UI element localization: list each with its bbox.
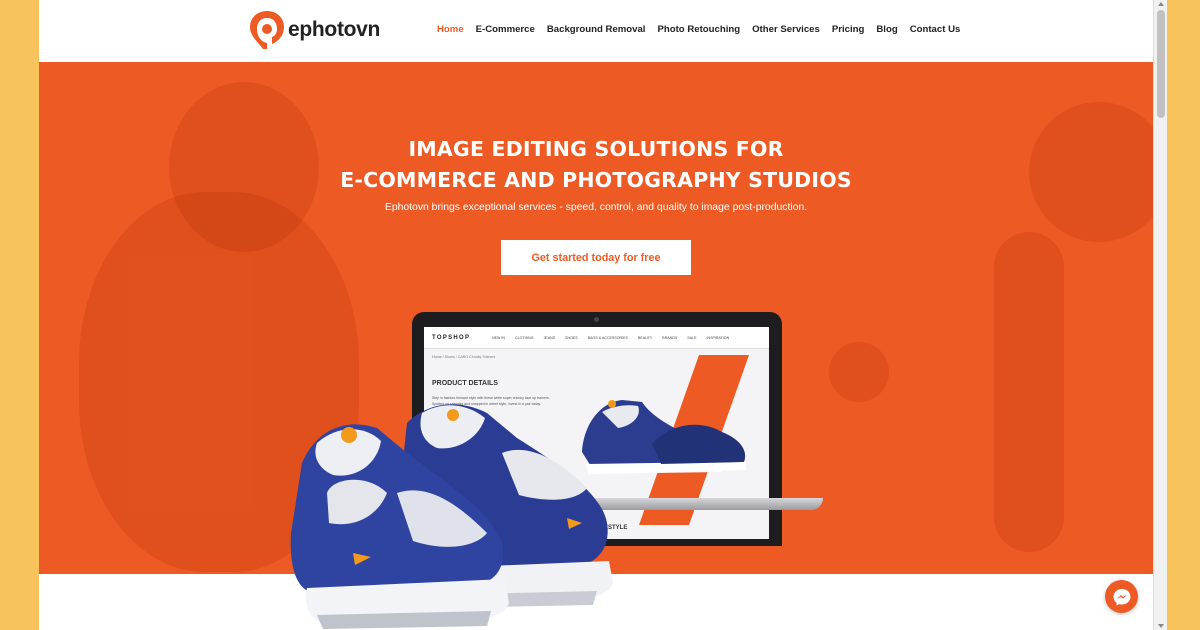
site-logo[interactable]: ephotovn xyxy=(248,9,380,51)
mockup-nav-item: INSPIRATION xyxy=(706,336,730,340)
sneakers-product-image xyxy=(290,404,613,629)
mockup-nav: NEW IN CLOTHING JEANS SHOES BAGS & ACCES… xyxy=(492,336,729,340)
nav-other-services[interactable]: Other Services xyxy=(752,24,820,35)
mockup-nav-item: BAGS & ACCESSORIES xyxy=(587,336,628,340)
mockup-nav-item: SHOES xyxy=(565,336,578,340)
hero-title-line2: E-COMMERCE AND PHOTOGRAPHY STUDIOS xyxy=(340,168,852,192)
messenger-icon xyxy=(1113,588,1130,605)
site-header: ephotovn Home E-Commerce Background Remo… xyxy=(39,0,1153,62)
mockup-nav-item: CLOTHING xyxy=(514,336,534,340)
mockup-nav-item: JEANS xyxy=(543,336,556,340)
scroll-down-icon[interactable] xyxy=(1158,624,1164,628)
laptop-camera xyxy=(594,317,599,322)
mockup-nav-item: NEW IN xyxy=(492,336,505,340)
mockup-brand: TOPSHOP xyxy=(432,335,471,341)
nav-e-commerce[interactable]: E-Commerce xyxy=(476,24,535,35)
nav-blog[interactable]: Blog xyxy=(876,24,897,35)
scrollbar-thumb[interactable] xyxy=(1157,10,1165,118)
browser-viewport: ephotovn Home E-Commerce Background Remo… xyxy=(39,0,1153,630)
nav-home[interactable]: Home xyxy=(437,24,464,35)
nav-background-removal[interactable]: Background Removal xyxy=(547,24,646,35)
logo-pin-icon xyxy=(248,9,286,51)
page-scrollbar[interactable] xyxy=(1153,0,1167,630)
hero-title: IMAGE EDITING SOLUTIONS FOR E-COMMERCE A… xyxy=(39,134,1153,196)
mockup-nav-item: SALE xyxy=(687,336,697,340)
nav-photo-retouching[interactable]: Photo Retouching xyxy=(657,24,740,35)
main-nav: Home E-Commerce Background Removal Photo… xyxy=(437,24,972,35)
logo-text: ephotovn xyxy=(288,18,381,41)
messenger-chat-button[interactable] xyxy=(1105,580,1138,613)
nav-contact-us[interactable]: Contact Us xyxy=(910,24,961,35)
bg-model-figure xyxy=(994,232,1064,552)
mockup-nav-item: BEAUTY xyxy=(637,336,653,340)
nav-pricing[interactable]: Pricing xyxy=(832,24,865,35)
get-started-button[interactable]: Get started today for free xyxy=(501,240,691,275)
hero-title-line1: IMAGE EDITING SOLUTIONS FOR xyxy=(408,137,784,161)
mockup-nav-item: BRANDS xyxy=(662,336,678,340)
hero-subtitle: Ephotovn brings exceptional services - s… xyxy=(384,202,808,213)
bg-light-stand xyxy=(829,342,889,402)
scroll-up-icon[interactable] xyxy=(1158,2,1164,6)
